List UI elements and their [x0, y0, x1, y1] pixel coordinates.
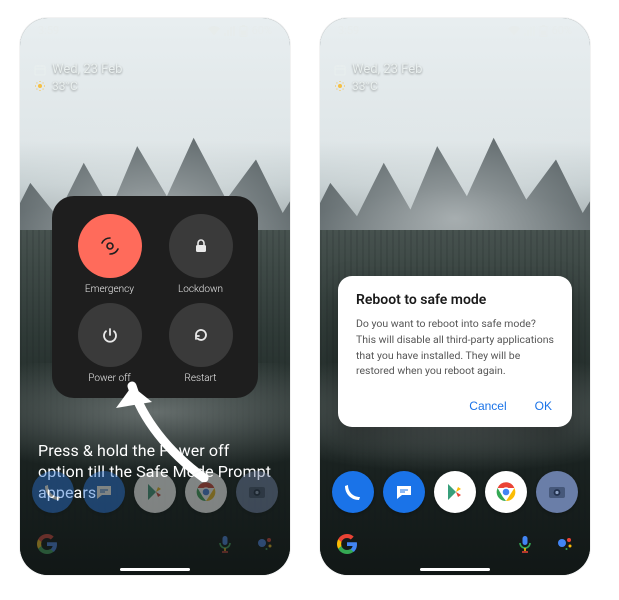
power-off-button[interactable]: Power off — [68, 303, 151, 384]
app-dock — [332, 465, 578, 519]
date-widget: Wed, 23 Feb 33°C — [334, 62, 576, 93]
power-off-label: Power off — [88, 373, 130, 384]
camera-app-icon[interactable] — [236, 471, 278, 513]
cancel-button[interactable]: Cancel — [467, 395, 508, 417]
signal-icon — [224, 26, 235, 36]
wifi-icon — [208, 26, 220, 36]
temp-label: 33°C — [352, 79, 378, 93]
status-time: 3:59 — [338, 24, 359, 37]
restart-label: Restart — [184, 373, 216, 384]
assistant-icon[interactable] — [256, 535, 274, 553]
lockdown-button[interactable]: Lockdown — [159, 214, 242, 295]
power-menu: Emergency Lockdown Power off Restart — [52, 196, 258, 398]
play-store-app-icon[interactable] — [434, 471, 476, 513]
messages-app-icon[interactable] — [383, 471, 425, 513]
search-bar[interactable] — [336, 529, 574, 559]
lockdown-label: Lockdown — [178, 284, 223, 295]
chrome-app-icon[interactable] — [185, 471, 227, 513]
calendar-icon — [334, 64, 346, 76]
phone-screen-safe-mode-dialog: 3:59 60% Wed, 23 Feb 33°C Reboot to safe… — [320, 18, 590, 575]
nav-handle[interactable] — [420, 568, 490, 571]
camera-app-icon[interactable] — [536, 471, 578, 513]
emergency-button[interactable]: Emergency — [68, 214, 151, 295]
date-widget: Wed, 23 Feb 33°C — [34, 62, 276, 93]
date-label: Wed, 23 Feb — [52, 62, 122, 77]
power-icon — [101, 326, 119, 344]
search-bar[interactable] — [36, 529, 274, 559]
battery-pct: 60% — [552, 24, 572, 37]
weather-icon — [334, 80, 346, 92]
messages-app-icon[interactable] — [83, 471, 125, 513]
status-bar: 3:59 60% — [320, 24, 590, 37]
safe-mode-dialog: Reboot to safe mode Do you want to reboo… — [338, 276, 572, 427]
mic-icon[interactable] — [516, 535, 534, 553]
emergency-icon — [99, 235, 121, 257]
phone-screen-power-menu: 3:59 60% Wed, 23 Feb 33°C Emergency — [20, 18, 290, 575]
temp-label: 33°C — [52, 79, 78, 93]
battery-icon — [239, 25, 248, 37]
phone-app-icon[interactable] — [332, 471, 374, 513]
status-bar: 3:59 60% — [20, 24, 290, 37]
dialog-body: Do you want to reboot into safe mode? Th… — [356, 316, 554, 379]
nav-handle[interactable] — [120, 568, 190, 571]
play-store-app-icon[interactable] — [134, 471, 176, 513]
calendar-icon — [34, 64, 46, 76]
status-time: 3:59 — [38, 24, 59, 37]
mic-icon[interactable] — [216, 535, 234, 553]
phone-app-icon[interactable] — [32, 471, 74, 513]
app-dock — [32, 465, 278, 519]
restart-icon — [192, 326, 210, 344]
assistant-icon[interactable] — [556, 535, 574, 553]
emergency-label: Emergency — [85, 284, 134, 295]
restart-button[interactable]: Restart — [159, 303, 242, 384]
google-g-icon — [336, 533, 358, 555]
google-g-icon — [36, 533, 58, 555]
wifi-icon — [508, 26, 520, 36]
battery-pct: 60% — [252, 24, 272, 37]
date-label: Wed, 23 Feb — [352, 62, 422, 77]
ok-button[interactable]: OK — [533, 395, 554, 417]
battery-icon — [539, 25, 548, 37]
chrome-app-icon[interactable] — [485, 471, 527, 513]
signal-icon — [524, 26, 535, 36]
lock-icon — [192, 237, 210, 255]
dialog-title: Reboot to safe mode — [356, 292, 554, 308]
weather-icon — [34, 80, 46, 92]
